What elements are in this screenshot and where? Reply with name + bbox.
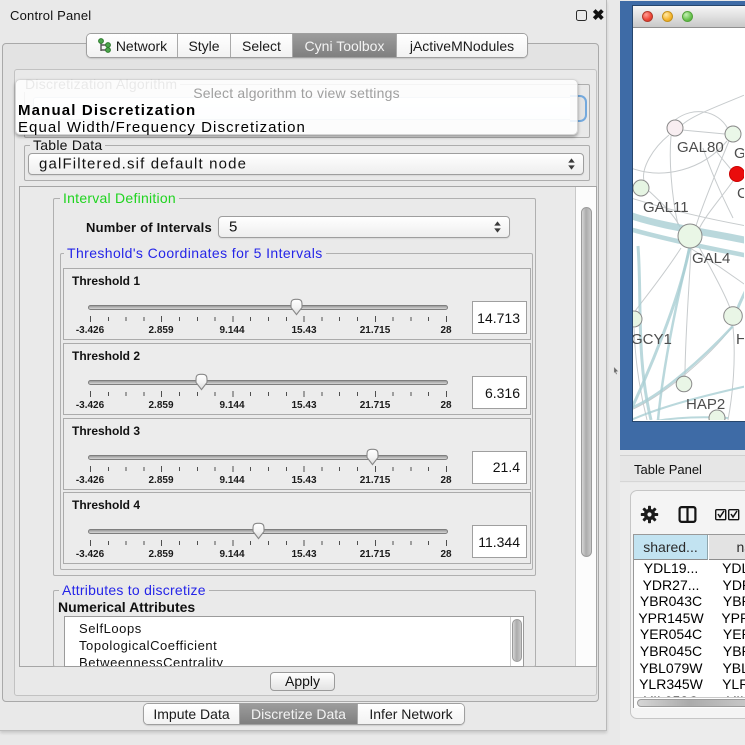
svg-text:GAL11: GAL11 [643,199,689,216]
svg-text:GAL4: GAL4 [692,250,730,267]
svg-text:H: H [736,331,744,348]
svg-text:GA: GA [734,145,744,162]
svg-text:GCY1: GCY1 [633,331,672,348]
svg-text:C: C [737,185,744,202]
svg-text:HAP2: HAP2 [686,396,725,413]
svg-text:GAL80: GAL80 [677,139,724,156]
